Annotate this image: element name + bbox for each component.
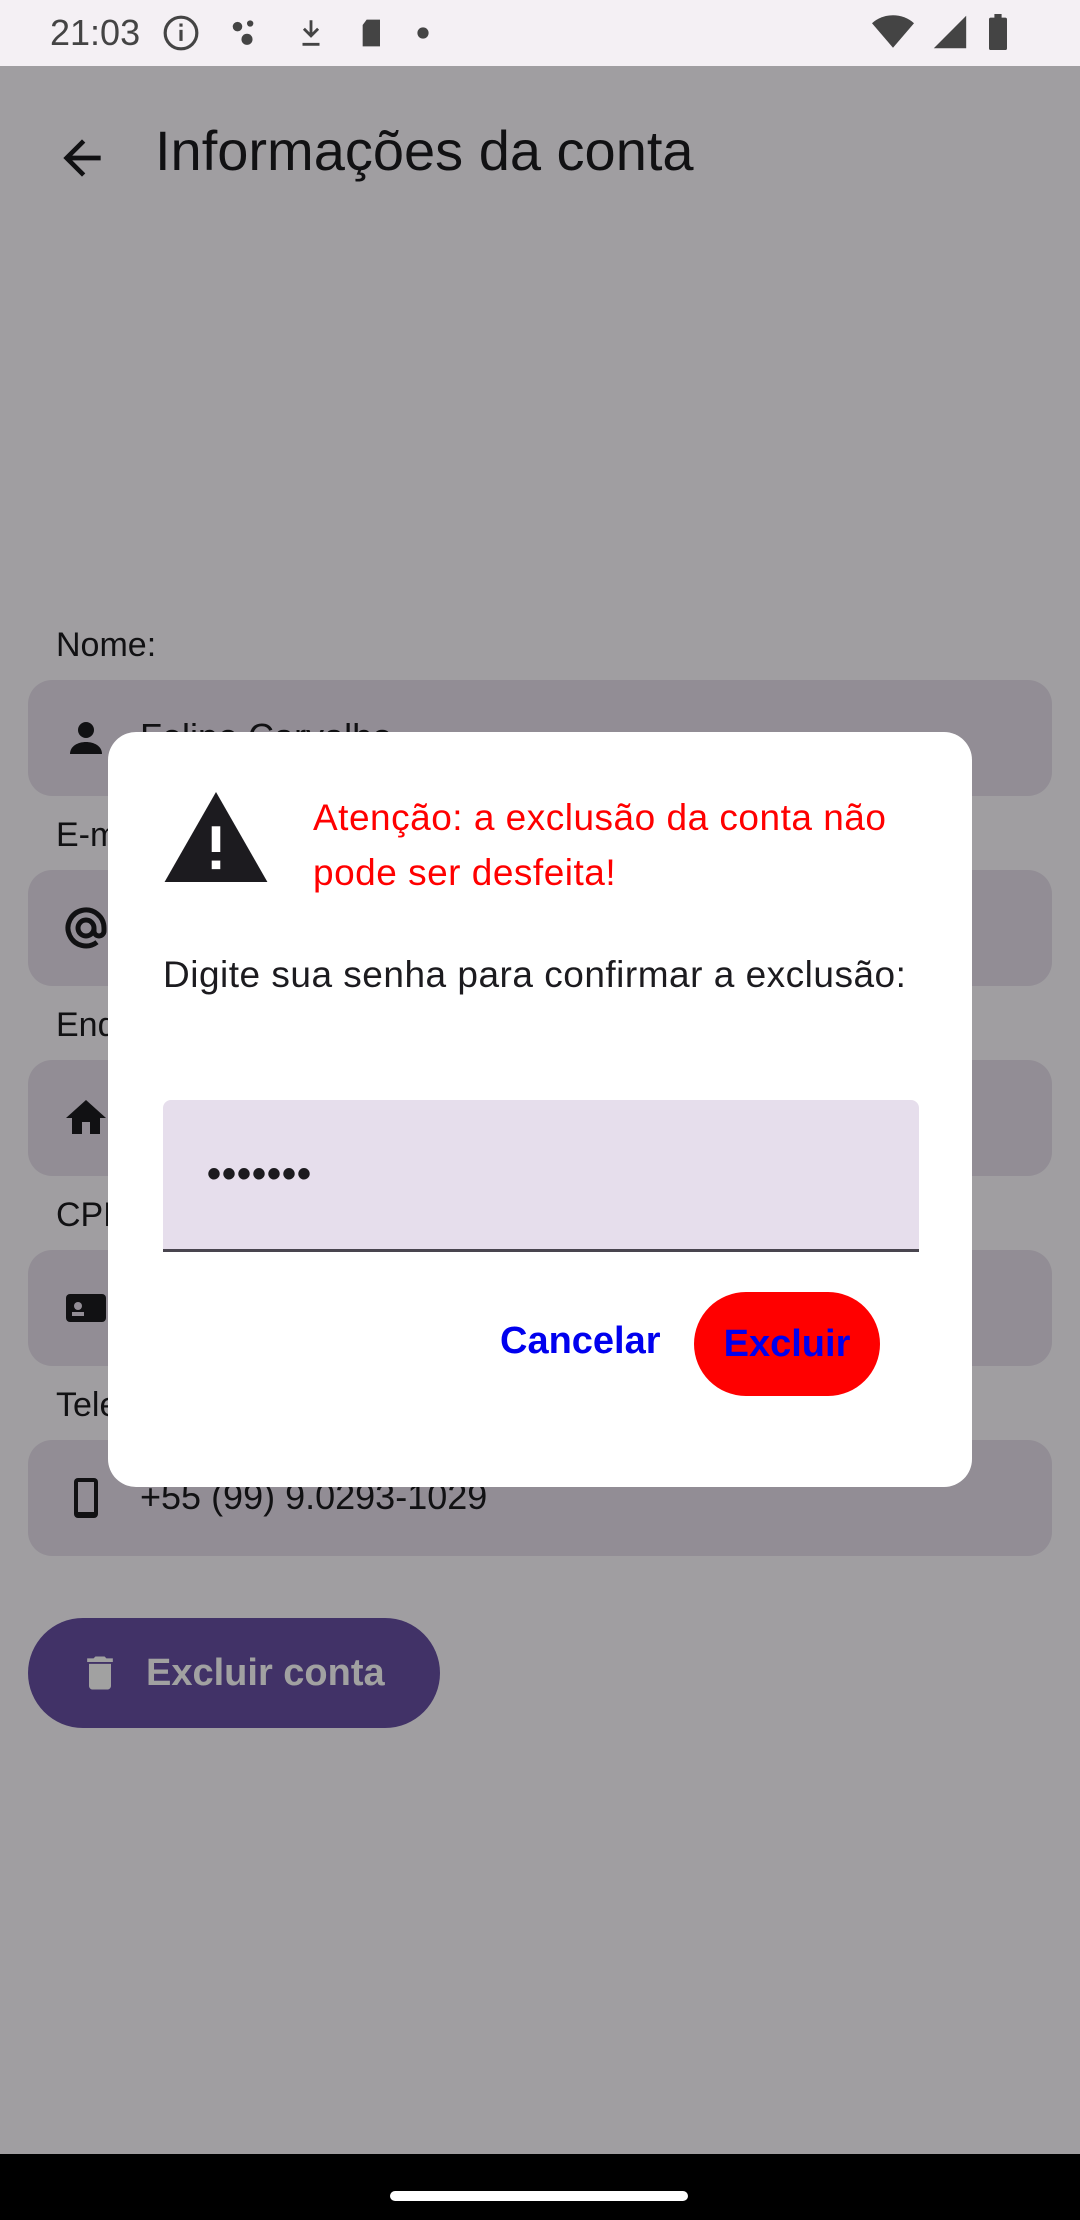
password-value: ••••••• — [207, 1152, 313, 1196]
status-time: 21:03 — [50, 12, 141, 53]
warning-message: Atenção: a exclusão da conta não pode se… — [313, 797, 887, 893]
confirm-delete-button[interactable]: Excluir — [694, 1292, 880, 1396]
home-gesture-handle[interactable] — [390, 2191, 688, 2201]
password-input[interactable]: ••••••• — [163, 1100, 919, 1252]
notification-dot-icon — [417, 27, 429, 39]
sd-card-icon — [362, 19, 381, 47]
navigation-bar — [0, 2154, 1080, 2220]
status-bar: 21:03 — [0, 0, 1080, 66]
warning-icon — [164, 792, 268, 882]
signal-icon — [933, 15, 967, 49]
assistant-dots-icon — [232, 20, 254, 45]
wifi-icon — [872, 15, 914, 48]
cancel-button[interactable]: Cancelar — [500, 1320, 661, 1363]
info-icon — [163, 15, 199, 51]
password-prompt: Digite sua senha para confirmar a exclus… — [163, 954, 907, 995]
battery-icon — [989, 14, 1007, 50]
download-icon — [302, 20, 320, 46]
delete-confirm-dialog: Atenção: a exclusão da conta não pode se… — [108, 732, 972, 1487]
